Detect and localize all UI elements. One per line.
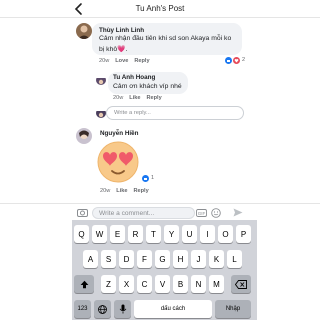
key[interactable]: R [128, 225, 143, 243]
like-reaction-icon [225, 56, 232, 64]
heart-eyes-emoji-sticker [97, 141, 139, 183]
comment-author[interactable]: Tu Anh Hoang [113, 74, 155, 81]
page-title: Tu Anh's Post [135, 4, 185, 13]
avatar-thuy-linh[interactable] [76, 23, 92, 39]
comment-input[interactable]: Write a comment... [92, 207, 195, 219]
key[interactable]: N [191, 275, 206, 293]
microphone-key[interactable] [114, 300, 131, 318]
key[interactable]: W [92, 225, 107, 243]
key[interactable]: B [173, 275, 188, 293]
reply-input[interactable]: Write a reply... [106, 106, 244, 120]
key[interactable]: E [110, 225, 125, 243]
comment-actions: 20w Like Reply [113, 95, 168, 101]
key[interactable]: K [209, 250, 224, 268]
key[interactable]: Q [74, 225, 89, 243]
love-button[interactable]: Love [115, 58, 128, 64]
key[interactable]: A [83, 250, 98, 268]
backspace-key[interactable] [231, 275, 251, 293]
love-reaction-icon [233, 56, 240, 64]
key[interactable]: O [218, 225, 233, 243]
key[interactable]: X [119, 275, 134, 293]
comment-time: 20w [100, 188, 111, 194]
reaction-badge[interactable]: 2 [224, 56, 247, 64]
avatar-nguyen-hien[interactable] [76, 128, 92, 144]
comment-time: 20w [113, 95, 124, 101]
avatar-image [96, 111, 106, 118]
reply-button[interactable]: Reply [146, 95, 161, 101]
comment-text-continued: bị khô💗. [99, 46, 128, 53]
camera-icon[interactable] [77, 208, 88, 217]
key[interactable]: T [146, 225, 161, 243]
svg-text:GIF: GIF [198, 211, 206, 216]
like-button[interactable]: Like [129, 95, 140, 101]
key[interactable]: H [173, 250, 188, 268]
key[interactable]: S [101, 250, 116, 268]
my-avatar [96, 108, 106, 118]
backspace-icon [235, 279, 247, 289]
comment-author[interactable]: Thùy Linh Linh [99, 27, 144, 34]
like-reaction-icon [142, 174, 149, 182]
shift-arrow-icon [80, 280, 88, 288]
comment-actions: 20w Like Reply [100, 188, 155, 194]
reply-placeholder: Write a reply... [114, 110, 151, 116]
avatar-image [76, 128, 92, 144]
key[interactable]: L [227, 250, 242, 268]
key[interactable]: P [236, 225, 251, 243]
return-key[interactable]: Nhập [215, 300, 251, 318]
onscreen-keyboard: Q W E R T Y U I O P A S D F G H J K L Z … [72, 220, 257, 320]
key[interactable]: I [200, 225, 215, 243]
avatar-image [76, 23, 92, 39]
comment-author[interactable]: Nguyễn Hiền [100, 130, 139, 137]
microphone-icon [119, 304, 126, 314]
gif-icon[interactable]: GIF [196, 209, 207, 217]
space-key[interactable]: dấu cách [134, 300, 212, 318]
key[interactable]: M [209, 275, 224, 293]
key[interactable]: F [137, 250, 152, 268]
emoji-icon[interactable] [211, 208, 221, 218]
send-icon[interactable] [233, 208, 243, 217]
key[interactable]: Y [164, 225, 179, 243]
numbers-key[interactable]: 123 [74, 300, 91, 318]
avatar-image [96, 78, 106, 85]
reply-button[interactable]: Reply [134, 58, 149, 64]
comment-text: Cảm nhận đầu tiên khi sd son Akaya mỗi k… [99, 35, 232, 42]
shift-key[interactable] [74, 275, 94, 293]
reaction-badge[interactable]: 1 [141, 174, 156, 182]
comment-composer: Write a comment... GIF [0, 203, 320, 220]
key[interactable]: C [137, 275, 152, 293]
comment-placeholder: Write a comment... [99, 210, 155, 217]
avatar-tu-anh[interactable] [96, 75, 106, 85]
comment-text: Cảm ơn khách víp nhé [113, 83, 182, 90]
globe-key[interactable] [94, 300, 111, 318]
key[interactable]: G [155, 250, 170, 268]
reaction-count: 1 [151, 175, 155, 181]
key[interactable]: Z [101, 275, 116, 293]
reaction-count: 2 [242, 57, 246, 63]
comment-actions: 20w Love Reply [99, 58, 156, 64]
key[interactable]: V [155, 275, 170, 293]
top-bar: Tu Anh's Post [0, 0, 320, 18]
comment-time: 20w [99, 58, 110, 64]
like-button[interactable]: Like [116, 188, 127, 194]
key[interactable]: J [191, 250, 206, 268]
key[interactable]: D [119, 250, 134, 268]
key[interactable]: U [182, 225, 197, 243]
globe-icon [98, 304, 107, 314]
reply-button[interactable]: Reply [133, 188, 148, 194]
